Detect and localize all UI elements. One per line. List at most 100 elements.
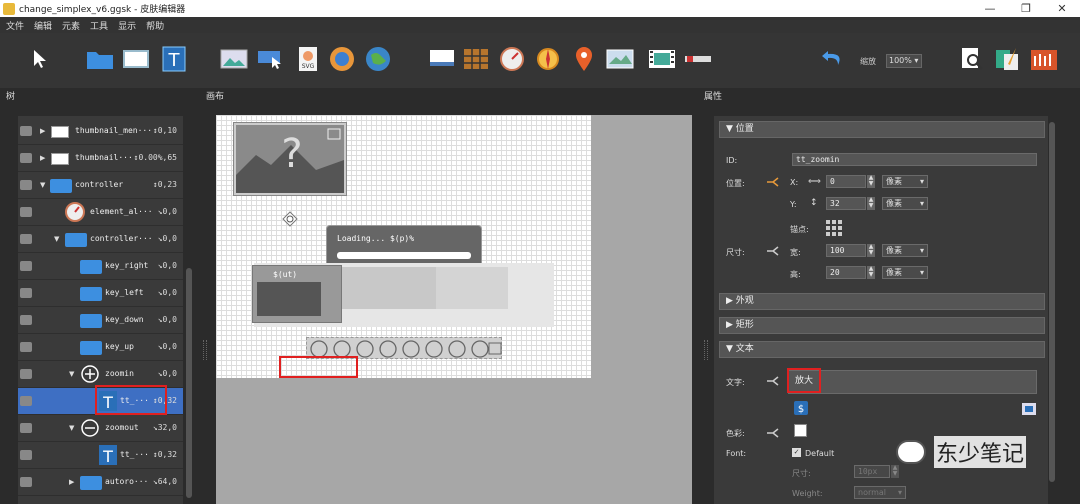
- visibility-eye-icon[interactable]: [20, 234, 32, 244]
- link-icon[interactable]: [766, 176, 780, 188]
- scrollbar-thumb[interactable]: [186, 268, 192, 498]
- canvas-area[interactable]: ? Loading... $(p)% $(ut): [216, 115, 692, 504]
- add-hotspot-button[interactable]: [534, 45, 562, 73]
- font-size-field[interactable]: 10px: [854, 465, 890, 478]
- expand-arrow-icon[interactable]: ▶: [40, 127, 45, 135]
- add-pin-button[interactable]: [570, 45, 598, 73]
- add-slider-button[interactable]: [684, 45, 712, 73]
- variable-icon[interactable]: $: [794, 401, 808, 415]
- menu-tools[interactable]: 工具: [90, 19, 108, 32]
- add-map-button[interactable]: [364, 45, 392, 73]
- visibility-eye-icon[interactable]: [20, 261, 32, 271]
- width-spinner[interactable]: ▲ ▼: [867, 244, 875, 257]
- width-field[interactable]: 100: [826, 244, 866, 257]
- tree-row[interactable]: element_al··· ↘0,0: [18, 199, 183, 226]
- tree-row[interactable]: ▶ autoro··· ↘64,0: [18, 469, 183, 496]
- menu-element[interactable]: 元素: [62, 19, 80, 32]
- expand-arrow-icon[interactable]: ▼: [54, 235, 59, 243]
- visibility-eye-icon[interactable]: [20, 288, 32, 298]
- y-spinner[interactable]: ▲ ▼: [867, 197, 875, 210]
- tree-row[interactable]: ▼ zoomin ↘0,0: [18, 361, 183, 388]
- visibility-eye-icon[interactable]: [20, 126, 32, 136]
- tree-row[interactable]: key_left ↘0,0: [18, 280, 183, 307]
- expand-arrow-icon[interactable]: ▼: [69, 370, 74, 378]
- section-text[interactable]: ▼ 文本: [719, 341, 1045, 358]
- y-field[interactable]: 32: [826, 197, 866, 210]
- undo-button[interactable]: [820, 45, 848, 73]
- menu-edit[interactable]: 编辑: [34, 19, 52, 32]
- add-video-button[interactable]: [648, 45, 676, 73]
- tree-row[interactable]: ▶ thumbnail_men··· ↕0,10: [18, 118, 183, 145]
- width-unit-select[interactable]: 像素: [882, 244, 928, 257]
- menu-view[interactable]: 显示: [118, 19, 136, 32]
- close-button[interactable]: ✕: [1044, 0, 1080, 17]
- height-unit-select[interactable]: 像素: [882, 266, 928, 279]
- section-rectangle[interactable]: ▶ 矩形: [719, 317, 1045, 334]
- image-picker-icon[interactable]: [1022, 403, 1036, 415]
- maximize-button[interactable]: ❐: [1008, 0, 1044, 17]
- link-icon[interactable]: [766, 245, 780, 257]
- add-image-button[interactable]: [220, 45, 248, 73]
- visibility-eye-icon[interactable]: [20, 450, 32, 460]
- add-text-button[interactable]: T: [160, 45, 188, 73]
- visibility-eye-icon[interactable]: [20, 423, 32, 433]
- visibility-eye-icon[interactable]: [20, 207, 32, 217]
- minimize-button[interactable]: —: [972, 0, 1008, 17]
- height-spinner[interactable]: ▲ ▼: [867, 266, 875, 279]
- splitter-handle[interactable]: [704, 340, 708, 360]
- zoom-select[interactable]: 100% ▾: [886, 54, 922, 68]
- x-spinner[interactable]: ▲ ▼: [867, 175, 875, 188]
- skin-stage[interactable]: ? Loading... $(p)% $(ut): [216, 115, 591, 378]
- link-icon[interactable]: [766, 375, 780, 387]
- menu-file[interactable]: 文件: [6, 19, 24, 32]
- color-swatch[interactable]: [794, 424, 807, 437]
- x-field[interactable]: 0: [826, 175, 866, 188]
- find-button[interactable]: [958, 45, 986, 73]
- visibility-eye-icon[interactable]: [20, 396, 32, 406]
- default-font-checkbox[interactable]: ✓: [792, 448, 801, 457]
- section-position[interactable]: ▼ 位置: [719, 121, 1045, 138]
- visibility-eye-icon[interactable]: [20, 342, 32, 352]
- hotspot-marker-icon[interactable]: [282, 211, 298, 227]
- add-map-image-button[interactable]: [606, 45, 634, 73]
- expand-arrow-icon[interactable]: ▼: [40, 181, 45, 189]
- add-timer-button[interactable]: [498, 45, 526, 73]
- id-field[interactable]: tt_zoomin: [792, 153, 1037, 166]
- visibility-eye-icon[interactable]: [20, 369, 32, 379]
- expand-arrow-icon[interactable]: ▶: [40, 154, 45, 162]
- visibility-eye-icon[interactable]: [20, 315, 32, 325]
- add-grid-button[interactable]: [462, 45, 490, 73]
- expand-arrow-icon[interactable]: ▶: [69, 478, 74, 486]
- tree-row[interactable]: ▼ zoomout ↘32,0: [18, 415, 183, 442]
- select-tool-button[interactable]: [26, 45, 54, 73]
- add-svg-button[interactable]: SVG: [294, 45, 322, 73]
- tree-row[interactable]: ▼ controller··· ↘0,0: [18, 226, 183, 253]
- section-appearance[interactable]: ▶ 外观: [719, 293, 1045, 310]
- add-panorama-button[interactable]: [328, 45, 356, 73]
- tree-row[interactable]: key_up ↘0,0: [18, 334, 183, 361]
- add-cloner-button[interactable]: [428, 45, 456, 73]
- visibility-eye-icon[interactable]: [20, 153, 32, 163]
- tree-row[interactable]: key_right ↘0,0: [18, 253, 183, 280]
- x-unit-select[interactable]: 像素: [882, 175, 928, 188]
- y-unit-select[interactable]: 像素: [882, 197, 928, 210]
- skin-settings-button[interactable]: [1030, 45, 1058, 73]
- tree-row[interactable]: T tt_··· ↕0,32: [18, 442, 183, 469]
- tree-scrollbar[interactable]: [185, 116, 193, 504]
- properties-scrollbar[interactable]: [1048, 116, 1056, 504]
- menu-help[interactable]: 帮助: [146, 19, 164, 32]
- tree-row[interactable]: ▼ controller ↕0,23: [18, 172, 183, 199]
- edit-theme-button[interactable]: [994, 45, 1022, 73]
- add-button-button[interactable]: [256, 45, 284, 73]
- anchor-grid-icon[interactable]: [826, 220, 842, 236]
- tree-row[interactable]: ▶ thumbnail··· ↕0.00%,65: [18, 145, 183, 172]
- visibility-eye-icon[interactable]: [20, 180, 32, 190]
- splitter-handle[interactable]: [203, 340, 207, 360]
- text-field[interactable]: 放大: [788, 370, 1037, 394]
- font-weight-select[interactable]: normal: [854, 486, 906, 499]
- add-container-button[interactable]: [86, 45, 114, 73]
- height-field[interactable]: 20: [826, 266, 866, 279]
- scrollbar-thumb[interactable]: [1049, 122, 1055, 482]
- thumbnail-preview[interactable]: ?: [234, 123, 346, 195]
- add-rectangle-button[interactable]: [122, 45, 150, 73]
